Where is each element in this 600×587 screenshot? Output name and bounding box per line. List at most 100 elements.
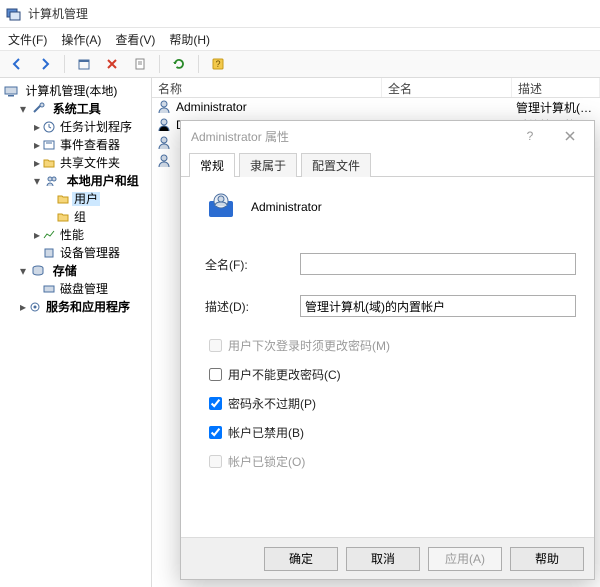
- folder-icon: [42, 156, 56, 170]
- user-icon: [156, 117, 172, 133]
- event-icon: [42, 138, 56, 152]
- checkbox-must-change: [209, 339, 222, 352]
- toolbar-delete-button[interactable]: [101, 53, 123, 75]
- list-item[interactable]: Administrator 管理计算机(域)的内置: [152, 98, 600, 116]
- tree-performance[interactable]: 性能: [58, 228, 86, 242]
- cancel-button[interactable]: 取消: [346, 547, 420, 571]
- toolbar-divider: [159, 55, 160, 73]
- tree-shared-folders[interactable]: 共享文件夹: [58, 156, 122, 170]
- check-password-never-expires[interactable]: 密码永不过期(P): [209, 395, 576, 412]
- dialog-tabs: 常规 隶属于 配置文件: [181, 151, 594, 177]
- tab-profile[interactable]: 配置文件: [301, 153, 371, 177]
- ok-button[interactable]: 确定: [264, 547, 338, 571]
- tree-local-users-groups[interactable]: 本地用户和组: [65, 174, 141, 188]
- apply-button[interactable]: 应用(A): [428, 547, 502, 571]
- tree-event-viewer[interactable]: 事件查看器: [58, 138, 122, 152]
- check-label: 用户下次登录时须更改密码(M): [228, 337, 390, 354]
- tree-services-apps[interactable]: 服务和应用程序: [44, 300, 132, 314]
- description-label: 描述(D):: [205, 298, 300, 315]
- services-icon: [28, 300, 42, 314]
- user-large-icon: [205, 191, 237, 223]
- check-label: 密码永不过期(P): [228, 395, 316, 412]
- clock-icon: [42, 120, 56, 134]
- folder-icon: [56, 210, 70, 224]
- tree-disk-management[interactable]: 磁盘管理: [58, 282, 110, 296]
- list-header[interactable]: 名称 全名 描述: [152, 78, 600, 98]
- check-label: 用户不能更改密码(C): [228, 366, 341, 383]
- tab-member-of[interactable]: 隶属于: [239, 153, 297, 177]
- tools-icon: [31, 102, 45, 116]
- check-cannot-change-password[interactable]: 用户不能更改密码(C): [209, 366, 576, 383]
- user-icon: [156, 99, 172, 115]
- tree-users[interactable]: 用户: [72, 192, 100, 206]
- toolbar-divider: [64, 55, 65, 73]
- folder-icon: [56, 192, 70, 206]
- expand-icon[interactable]: ▸: [32, 118, 42, 136]
- dialog-body: Administrator 全名(F): 描述(D): 用户下次登录时须更改密码…: [181, 177, 594, 537]
- navigation-tree[interactable]: 计算机管理(本地) ▾ 系统工具 ▸ 任务计划程序 ▸ 事件查看器 ▸ 共享文件夹: [0, 78, 152, 587]
- checkbox-locked: [209, 455, 222, 468]
- check-must-change-password: 用户下次登录时须更改密码(M): [209, 337, 576, 354]
- column-fullname[interactable]: 全名: [382, 78, 512, 97]
- dialog-titlebar[interactable]: Administrator 属性 ?: [181, 121, 594, 151]
- svg-text:?: ?: [215, 59, 220, 69]
- user-name: Administrator: [176, 100, 386, 114]
- expand-icon[interactable]: ▾: [18, 262, 28, 280]
- fullname-input[interactable]: [300, 253, 576, 275]
- menu-file[interactable]: 文件(F): [8, 31, 47, 48]
- column-name[interactable]: 名称: [152, 78, 382, 97]
- fullname-label: 全名(F):: [205, 256, 300, 273]
- tree-system-tools[interactable]: 系统工具: [51, 102, 103, 116]
- dialog-close-button[interactable]: [550, 123, 590, 149]
- dialog-title: Administrator 属性: [191, 128, 510, 145]
- expand-icon[interactable]: ▸: [32, 226, 42, 244]
- expand-icon[interactable]: ▾: [32, 172, 42, 190]
- app-icon: [6, 6, 22, 22]
- expand-icon[interactable]: ▾: [18, 100, 28, 118]
- toolbar-forward-button[interactable]: [34, 53, 56, 75]
- properties-dialog: Administrator 属性 ? 常规 隶属于 配置文件 Administr…: [180, 120, 595, 580]
- help-button[interactable]: 帮助: [510, 547, 584, 571]
- menu-help[interactable]: 帮助(H): [169, 31, 210, 48]
- toolbar-refresh-button[interactable]: [168, 53, 190, 75]
- toolbar-help-button[interactable]: ?: [207, 53, 229, 75]
- column-description[interactable]: 描述: [512, 78, 600, 97]
- window-title: 计算机管理: [28, 5, 88, 22]
- users-icon: [45, 174, 59, 188]
- checkbox-disabled[interactable]: [209, 426, 222, 439]
- menu-view[interactable]: 查看(V): [115, 31, 155, 48]
- check-label: 帐户已锁定(O): [228, 453, 305, 470]
- tab-general[interactable]: 常规: [189, 153, 235, 177]
- expand-icon[interactable]: ▸: [18, 298, 28, 316]
- toolbar-up-button[interactable]: [73, 53, 95, 75]
- tree-groups[interactable]: 组: [72, 210, 88, 224]
- expand-icon[interactable]: ▸: [32, 136, 42, 154]
- toolbar: ?: [0, 50, 600, 78]
- dialog-help-button[interactable]: ?: [510, 123, 550, 149]
- toolbar-back-button[interactable]: [6, 53, 28, 75]
- computer-icon: [4, 84, 18, 98]
- user-desc: 管理计算机(域)的内置: [516, 99, 600, 116]
- menu-action[interactable]: 操作(A): [61, 31, 101, 48]
- user-icon: [156, 135, 172, 151]
- disk-icon: [42, 282, 56, 296]
- description-input[interactable]: [300, 295, 576, 317]
- check-account-locked: 帐户已锁定(O): [209, 453, 576, 470]
- check-label: 帐户已禁用(B): [228, 424, 304, 441]
- dialog-footer: 确定 取消 应用(A) 帮助: [181, 537, 594, 579]
- check-account-disabled[interactable]: 帐户已禁用(B): [209, 424, 576, 441]
- tree-storage[interactable]: 存储: [51, 264, 79, 278]
- checkbox-cannot-change[interactable]: [209, 368, 222, 381]
- user-icon: [156, 153, 172, 169]
- tree-task-scheduler[interactable]: 任务计划程序: [58, 120, 134, 134]
- tree-device-manager[interactable]: 设备管理器: [58, 246, 122, 260]
- checkbox-never-expires[interactable]: [209, 397, 222, 410]
- window-titlebar: 计算机管理: [0, 0, 600, 28]
- tree-root[interactable]: 计算机管理(本地): [23, 84, 119, 98]
- device-icon: [42, 246, 56, 260]
- perf-icon: [42, 228, 56, 242]
- toolbar-properties-button[interactable]: [129, 53, 151, 75]
- toolbar-divider: [198, 55, 199, 73]
- menubar: 文件(F) 操作(A) 查看(V) 帮助(H): [0, 28, 600, 50]
- expand-icon[interactable]: ▸: [32, 154, 42, 172]
